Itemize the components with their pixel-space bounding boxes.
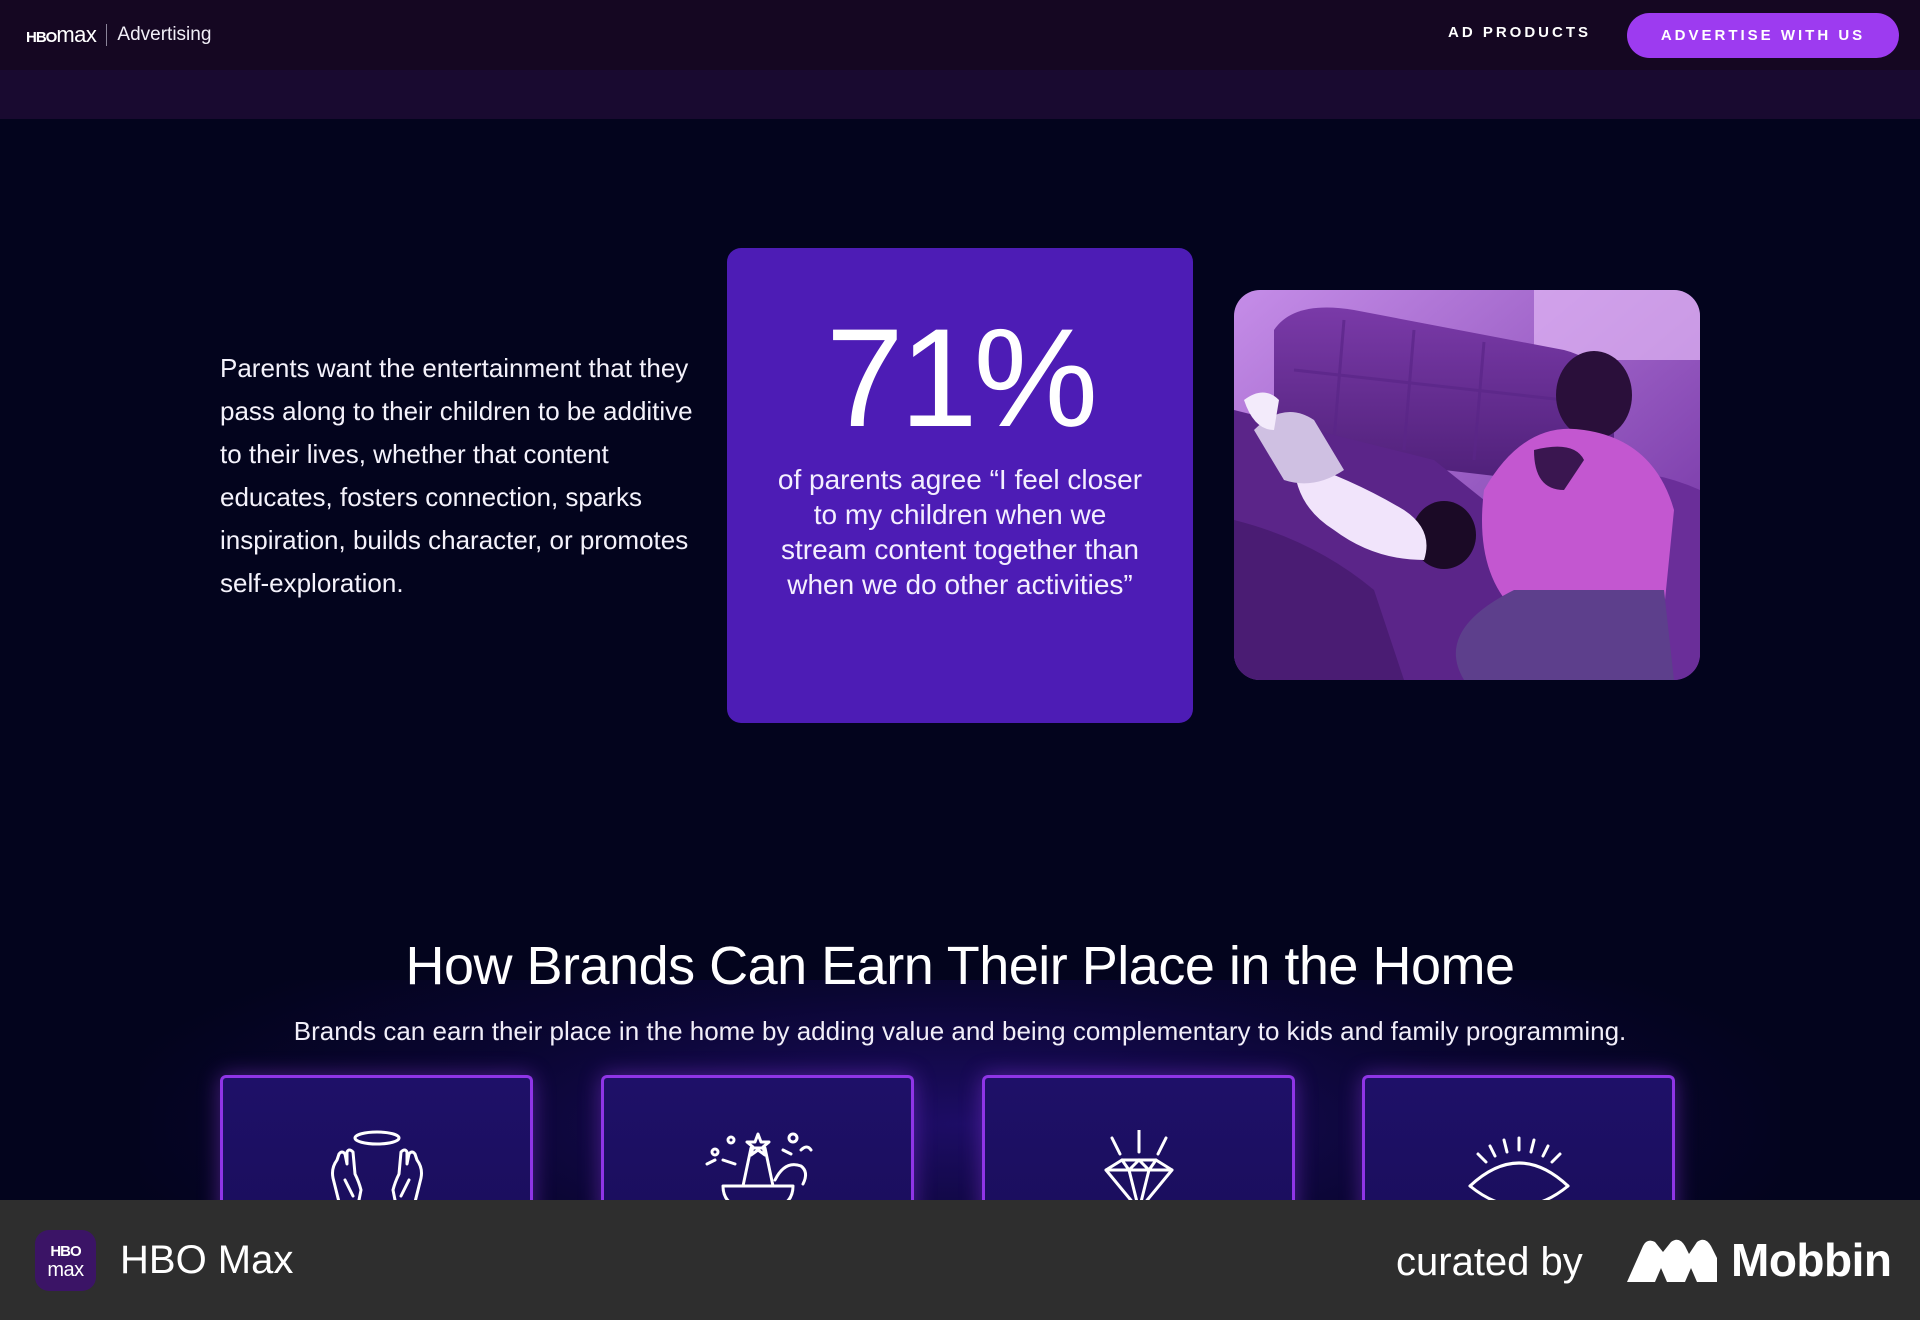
stat-card: 71% of parents agree “I feel closer to m… — [727, 248, 1193, 723]
mobbin-wordmark: Mobbin — [1731, 1234, 1892, 1286]
brand-home-link[interactable]: HBO max Advertising — [26, 22, 211, 48]
sub-navigation-strip — [0, 70, 1920, 119]
family-photo — [1234, 290, 1700, 680]
stat-value: 71% — [825, 299, 1098, 456]
eye-icon — [1468, 1136, 1569, 1208]
diamond-icon — [1104, 1130, 1173, 1210]
section-subtitle: Brands can earn their place in the home … — [293, 1016, 1627, 1046]
advertise-with-us-button[interactable]: ADVERTISE WITH US — [1627, 13, 1899, 58]
brand-divider — [106, 24, 108, 46]
family-on-couch-image — [1234, 290, 1700, 680]
mobbin-logo-icon — [1627, 1239, 1717, 1282]
nav-ad-products[interactable]: AD PRODUCTS — [1448, 24, 1591, 41]
brand-label: Advertising — [117, 24, 212, 45]
hbo-max-logo: HBO max — [26, 22, 97, 47]
app-name: HBO Max — [120, 1238, 294, 1282]
celebration-pot-icon — [705, 1132, 812, 1210]
stat-caption: of parents agree “I feel closer to my ch… — [777, 464, 1143, 600]
hbo-max-app-icon: HBO max — [35, 1230, 96, 1291]
halo-hands-icon — [330, 1130, 423, 1210]
mobbin-footer: HBO max HBO Max curated by Mobbin — [0, 1200, 1920, 1320]
section-title: How Brands Can Earn Their Place in the H… — [405, 936, 1515, 996]
curated-by-label: curated by — [1396, 1240, 1583, 1284]
intro-paragraph: Parents want the entertainment that they… — [220, 353, 693, 598]
